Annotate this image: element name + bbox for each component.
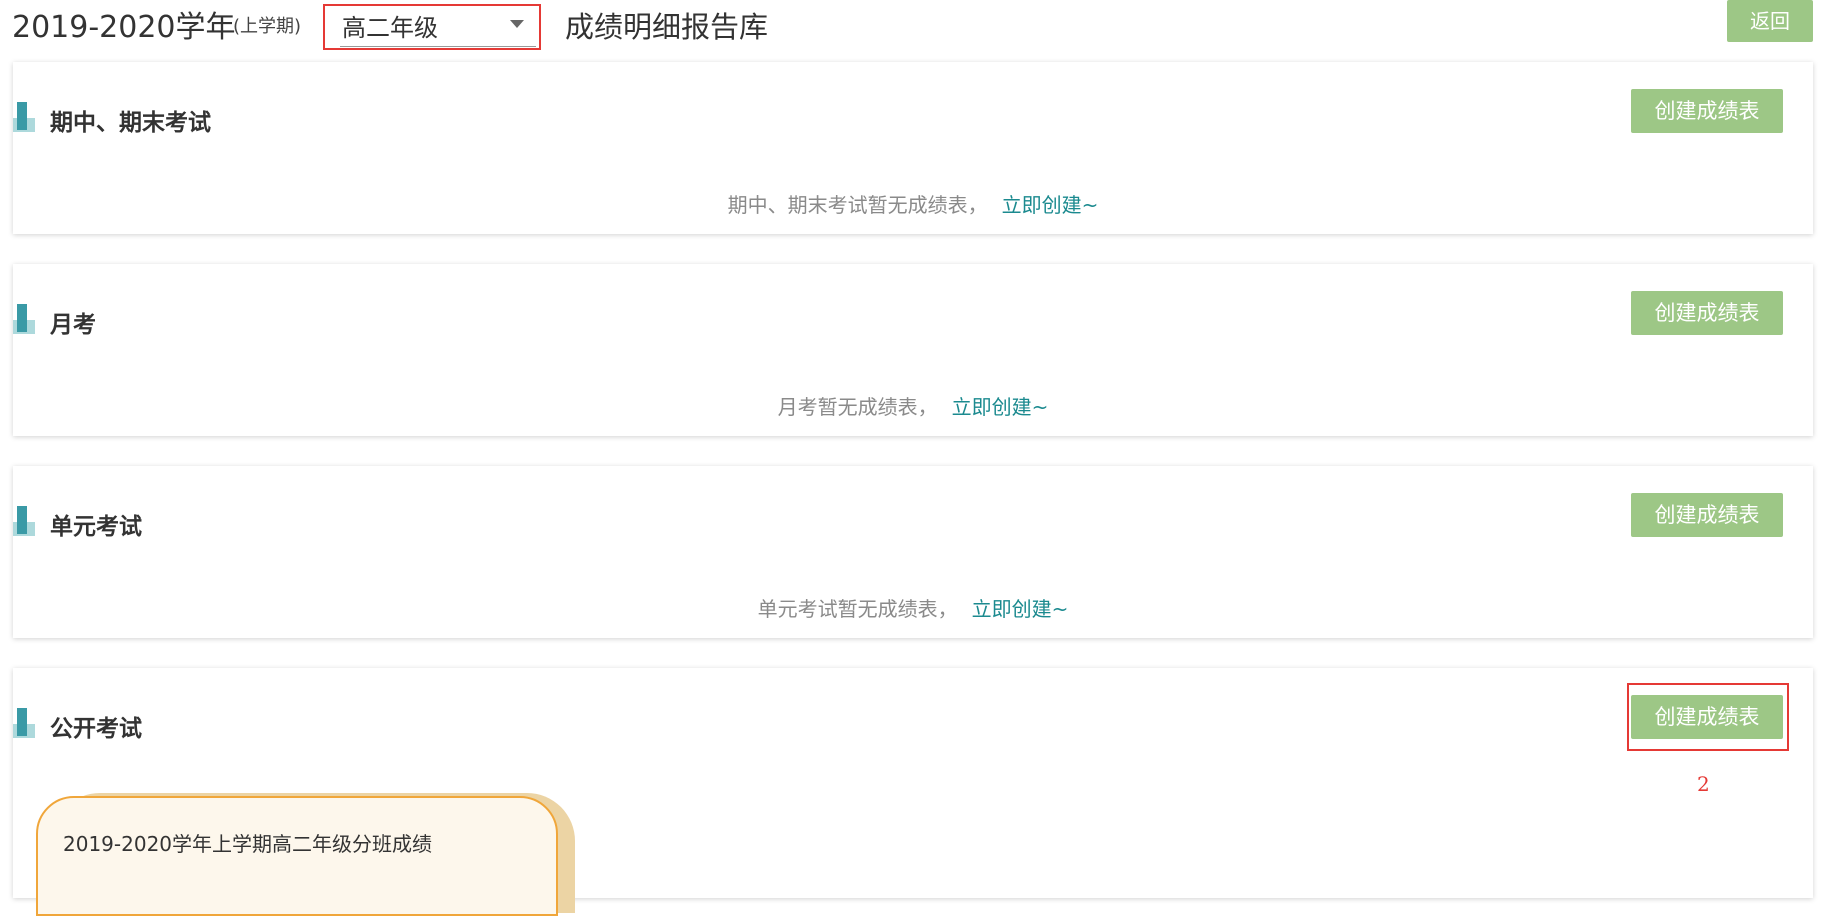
section-monthly: 月考 创建成绩表 月考暂无成绩表， 立即创建~ [13, 264, 1813, 436]
section-midterm-final: 期中、期末考试 创建成绩表 期中、期末考试暂无成绩表， 立即创建~ [13, 62, 1813, 234]
annotation-box-2 [1627, 683, 1789, 751]
report-card[interactable]: 2019-2020学年上学期高二年级分班成绩 [36, 796, 558, 916]
create-now-link[interactable]: 立即创建~ [972, 597, 1069, 621]
empty-state: 单元考试暂无成绩表， 立即创建~ [13, 593, 1813, 622]
section-marker-icon [13, 304, 35, 336]
annotation-number-2: 2 [1697, 772, 1710, 796]
create-report-button[interactable]: 创建成绩表 [1631, 89, 1783, 133]
semester-label: (上学期) [233, 16, 302, 37]
section-title: 期中、期末考试 [50, 110, 211, 136]
empty-state: 月考暂无成绩表， 立即创建~ [13, 391, 1813, 420]
report-card-title: 2019-2020学年上学期高二年级分班成绩 [63, 832, 433, 856]
create-report-button[interactable]: 创建成绩表 [1631, 291, 1783, 335]
empty-state-text: 期中、期末考试暂无成绩表， [727, 193, 988, 217]
school-year: 2019-2020学年 [12, 10, 236, 45]
section-title: 月考 [50, 312, 96, 338]
section-marker-icon [13, 506, 35, 538]
page-title: 成绩明细报告库 [565, 10, 769, 44]
section-marker-icon [13, 708, 35, 740]
annotation-box-1 [323, 4, 541, 50]
empty-state: 期中、期末考试暂无成绩表， 立即创建~ [13, 189, 1813, 218]
create-now-link[interactable]: 立即创建~ [1002, 193, 1099, 217]
empty-state-text: 单元考试暂无成绩表， [757, 597, 958, 621]
section-title: 公开考试 [50, 716, 142, 742]
back-button[interactable]: 返回 [1727, 0, 1813, 42]
create-report-button[interactable]: 创建成绩表 [1631, 493, 1783, 537]
create-now-link[interactable]: 立即创建~ [952, 395, 1049, 419]
page-header: 2019-2020学年 (上学期) 高二年级 成绩明细报告库 返回 [0, 0, 1826, 56]
section-unit-exam: 单元考试 创建成绩表 单元考试暂无成绩表， 立即创建~ [13, 466, 1813, 638]
section-marker-icon [13, 102, 35, 134]
section-title: 单元考试 [50, 514, 142, 540]
empty-state-text: 月考暂无成绩表， [777, 395, 938, 419]
